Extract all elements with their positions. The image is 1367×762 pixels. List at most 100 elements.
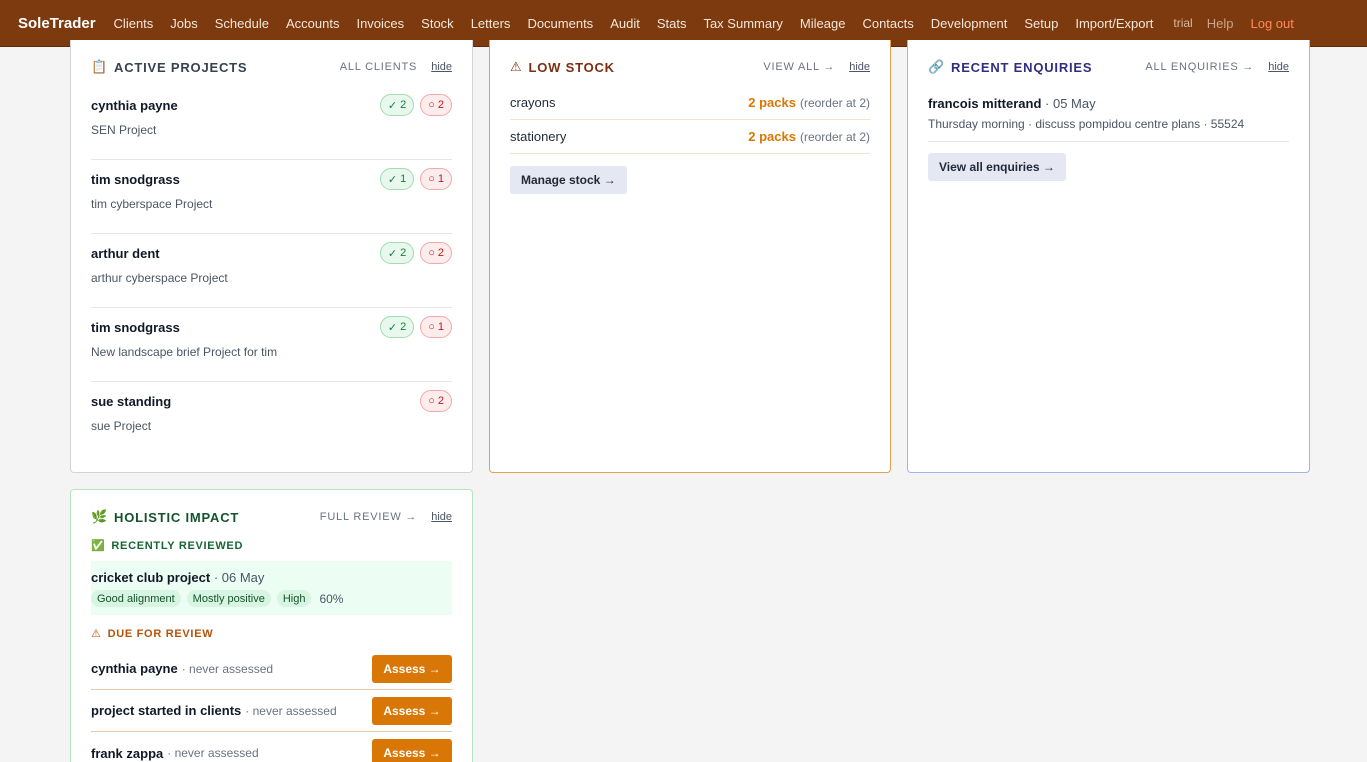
logout-link[interactable]: Log out	[1250, 16, 1293, 31]
nav-contacts[interactable]: Contacts	[862, 16, 913, 31]
done-count: 2	[400, 247, 407, 259]
client-name[interactable]: tim snodgrass	[91, 172, 180, 187]
enquiry-date: · 05 May	[1045, 96, 1096, 111]
due-name: project started in clients	[91, 703, 242, 718]
list-item[interactable]: stationery 2 packs (reorder at 2)	[510, 120, 870, 154]
card-title: 📋 ACTIVE PROJECTS	[91, 59, 247, 75]
list-item[interactable]: tim snodgrass New landscape brief Projec…	[91, 308, 452, 382]
open-count: 1	[437, 173, 444, 185]
hide-link[interactable]: hide	[431, 61, 452, 73]
hide-link[interactable]: hide	[1268, 61, 1289, 73]
stock-qty: 2 packs	[748, 95, 796, 110]
open-count: 2	[437, 395, 444, 407]
nav-stock[interactable]: Stock	[421, 16, 454, 31]
open-badge: ○ 1	[420, 168, 452, 190]
list-item[interactable]: tim snodgrass tim cyberspace Project ✓ 1 …	[91, 160, 452, 234]
nav-stats[interactable]: Stats	[657, 16, 687, 31]
view-all-enquiries-button[interactable]: View all enquiries →	[928, 153, 1066, 181]
client-name[interactable]: arthur dent	[91, 246, 160, 261]
nav-accounts[interactable]: Accounts	[286, 16, 339, 31]
assess-button[interactable]: Assess →	[372, 696, 452, 725]
project-name[interactable]: tim cyberspace Project	[91, 197, 212, 211]
clipboard-icon: 📋	[91, 59, 108, 74]
list-item[interactable]: arthur dent arthur cyberspace Project ✓ 2…	[91, 234, 452, 308]
client-name[interactable]: tim snodgrass	[91, 320, 180, 335]
card-title: 🌿 HOLISTIC IMPACT	[91, 509, 239, 525]
due-for-review-text: DUE FOR REVIEW	[107, 627, 214, 640]
active-projects-card: 📋 ACTIVE PROJECTS ALL CLIENTS hide cynth…	[70, 40, 473, 473]
assess-button[interactable]: Assess →	[372, 654, 452, 683]
warning-icon: ⚠	[91, 628, 102, 640]
reviewed-item[interactable]: cricket club project · 06 May Good align…	[91, 561, 452, 615]
done-count: 2	[400, 99, 407, 111]
enquiry-item[interactable]: francois mitterand · 05 May Thursday mor…	[928, 96, 1289, 142]
hide-link[interactable]: hide	[431, 511, 452, 523]
project-list: cynthia payne SEN Project ✓ 2 ○ 2 tim snod…	[91, 86, 452, 456]
project-name[interactable]: SEN Project	[91, 123, 156, 137]
card-header: ⚠ LOW STOCK VIEW ALL → hide	[510, 58, 870, 76]
check-icon: ✓	[387, 99, 398, 112]
nav-development[interactable]: Development	[931, 16, 1008, 31]
recent-enquiries-card: 🔗 RECENT ENQUIRIES ALL ENQUIRIES → hide …	[907, 40, 1310, 473]
nav-invoices[interactable]: Invoices	[356, 16, 404, 31]
list-item[interactable]: crayons 2 packs (reorder at 2)	[510, 86, 870, 120]
nav-tax-summary[interactable]: Tax Summary	[703, 16, 782, 31]
nav-clients[interactable]: Clients	[114, 16, 154, 31]
score-percent: 60%	[319, 591, 344, 606]
project-name[interactable]: sue Project	[91, 419, 151, 433]
nav-mileage[interactable]: Mileage	[800, 16, 846, 31]
brand-logo[interactable]: SoleTrader	[18, 15, 96, 32]
hide-link[interactable]: hide	[849, 61, 870, 73]
recently-reviewed-heading: ✅ RECENTLY REVIEWED	[91, 539, 243, 553]
circle-icon: ○	[428, 99, 435, 111]
tag-level: High	[276, 590, 312, 607]
project-name[interactable]: New landscape brief Project for tim	[91, 345, 277, 359]
open-badge: ○ 2	[420, 242, 452, 264]
due-for-review-heading: ⚠ DUE FOR REVIEW	[91, 627, 214, 641]
project-name[interactable]: arthur cyberspace Project	[91, 271, 228, 285]
manage-stock-button[interactable]: Manage stock →	[510, 166, 627, 194]
list-item[interactable]: sue standing sue Project ○ 2	[91, 382, 452, 456]
done-badge: ✓ 1	[379, 168, 415, 190]
card-title-text: HOLISTIC IMPACT	[114, 509, 240, 525]
card-header: 🔗 RECENT ENQUIRIES ALL ENQUIRIES → hide	[928, 58, 1289, 76]
stock-qty: 2 packs	[748, 129, 796, 144]
tag-sentiment: Mostly positive	[186, 590, 271, 607]
due-note: · never assessed	[167, 746, 259, 760]
circle-icon: ○	[428, 321, 435, 333]
check-icon: ✓	[387, 321, 398, 334]
open-badge: ○ 2	[420, 94, 452, 116]
client-name[interactable]: sue standing	[91, 394, 171, 409]
nav-documents[interactable]: Documents	[527, 16, 593, 31]
all-clients-link[interactable]: ALL CLIENTS	[340, 61, 417, 73]
done-badge: ✓ 2	[379, 94, 415, 116]
stock-name: stationery	[510, 129, 567, 144]
reorder-note: (reorder at 2)	[799, 95, 870, 110]
nav-jobs[interactable]: Jobs	[170, 16, 197, 31]
list-item[interactable]: cynthia payne SEN Project ✓ 2 ○ 2	[91, 86, 452, 160]
check-icon: ✓	[387, 173, 398, 186]
client-name[interactable]: cynthia payne	[91, 98, 178, 113]
stock-list: crayons 2 packs (reorder at 2) stationer…	[510, 86, 870, 154]
card-title-text: LOW STOCK	[528, 59, 615, 75]
check-icon: ✓	[387, 247, 398, 260]
card-title: 🔗 RECENT ENQUIRIES	[928, 59, 1092, 75]
assess-button[interactable]: Assess →	[372, 739, 452, 762]
low-stock-card: ⚠ LOW STOCK VIEW ALL → hide crayons 2 pa…	[489, 40, 891, 473]
open-badge: ○ 1	[420, 316, 452, 338]
due-item: project started in clients · never asses…	[91, 690, 452, 732]
done-count: 1	[400, 173, 407, 185]
nav-schedule[interactable]: Schedule	[215, 16, 269, 31]
full-review-link[interactable]: FULL REVIEW →	[320, 511, 417, 523]
nav-help[interactable]: Help	[1207, 16, 1234, 31]
all-enquiries-link[interactable]: ALL ENQUIRIES →	[1145, 61, 1254, 73]
nav-setup[interactable]: Setup	[1024, 16, 1058, 31]
nav-audit[interactable]: Audit	[610, 16, 640, 31]
holistic-impact-card: 🌿 HOLISTIC IMPACT FULL REVIEW → hide ✅ R…	[70, 489, 473, 762]
card-title: ⚠ LOW STOCK	[510, 59, 615, 75]
nav-import-export[interactable]: Import/Export	[1075, 16, 1153, 31]
nav-letters[interactable]: Letters	[471, 16, 511, 31]
done-count: 2	[400, 321, 407, 333]
due-name: cynthia payne	[91, 661, 178, 676]
view-all-link[interactable]: VIEW ALL →	[763, 61, 835, 73]
